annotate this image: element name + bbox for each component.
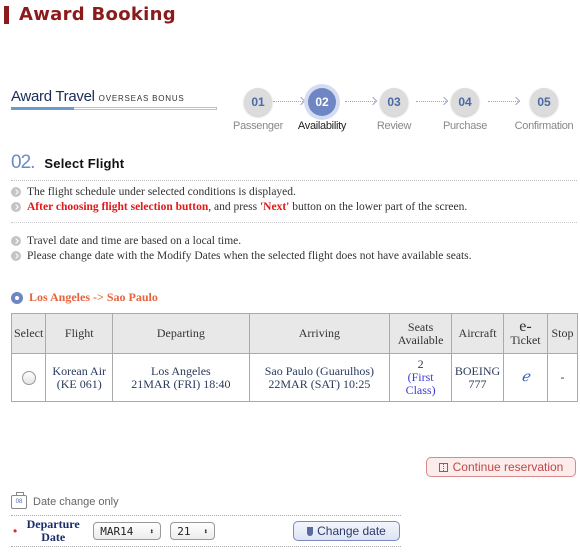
select-arrows-icon: ⬍ [149,526,155,536]
step-label: Availability [297,120,347,132]
table-header-row: Select Flight Departing Arriving Seats Av… [10,313,579,354]
seats-cell: 2 (First Class) [389,353,453,402]
eticket-icon: ℯ [521,369,530,385]
date-change-heading: 08 Date change only [11,492,119,509]
step-availability: 02 Availability [282,88,362,132]
required-marker: • [13,524,18,538]
day-select[interactable]: 21 ⬍ [170,522,216,540]
step-purchase: 04 Purchase [425,88,505,132]
col-eticket: e- Ticket [503,313,548,354]
stop-cell: - [546,353,579,402]
col-flight: Flight [45,313,114,354]
arriving-cell: Sao Paulo (Guarulhos) 22MAR (SAT) 10:25 [248,353,391,402]
page-header: Award Booking [4,4,176,25]
note-item: Travel date and time are based on a loca… [11,235,577,247]
step-number: 03 [380,88,408,116]
col-departing: Departing [112,313,250,354]
step-label: Purchase [442,120,488,132]
route-label: Los Angeles -> Sao Paulo [29,290,158,304]
step-number: 02 [308,88,336,116]
step-label: Confirmation [514,120,574,132]
continue-reservation-button[interactable]: Continue reservation [426,457,576,477]
instructions-bottom: Travel date and time are based on a loca… [11,235,577,265]
header-accent-bar [4,5,9,24]
section-number: 02. [11,152,35,173]
reservation-icon [438,462,448,472]
calendar-icon: 08 [11,492,27,509]
flight-cell: Korean Air (KE 061) [45,353,114,402]
date-change-label: Date change only [33,496,119,508]
change-date-button[interactable]: Change date [293,521,400,541]
section-title: Select Flight [44,156,125,171]
step-number: 01 [244,88,272,116]
col-stop: Stop [546,313,579,354]
page-title: Award Booking [19,4,176,25]
month-select[interactable]: MAR14 ⬍ [93,522,162,540]
step-number: 05 [530,88,558,116]
step-review: 03 Review [354,88,434,132]
note-item: The flight schedule under selected condi… [11,186,577,198]
col-arriving: Arriving [248,313,391,354]
bullet-arrow-icon [11,236,21,246]
note-item: After choosing flight selection button, … [11,201,577,213]
departing-cell: Los Angeles 21MAR (FRI) 18:40 [112,353,250,402]
bullet-arrow-icon [11,202,21,212]
table-row: Korean Air (KE 061) Los Angeles 21MAR (FRI… [10,353,579,402]
bullet-arrow-icon [11,187,21,197]
eticket-cell: ℯ [503,353,548,402]
note-item: Please change date with the Modify Dates… [11,250,577,262]
bullet-arrow-icon [11,251,21,261]
step-label: Review [376,120,412,132]
seat-class-link[interactable]: (First Class) [406,370,436,397]
booking-progress-steps: 01 Passenger 02 Availability 03 Review 0… [0,88,580,138]
flights-table: Select Flight Departing Arriving Seats Av… [10,313,579,402]
step-confirmation: 05 Confirmation [504,88,580,132]
pencil-icon [307,526,314,536]
departure-date-label: Departure Date [26,517,80,544]
step-number: 04 [451,88,479,116]
route-bullet-icon [11,291,23,304]
flight-select-radio[interactable] [21,370,36,385]
col-seats-available: Seats Available [389,313,453,354]
select-cell [10,353,47,402]
col-aircraft: Aircraft [451,313,505,354]
section-heading: 02. Select Flight [11,152,577,181]
aircraft-cell: BOEING 777 [451,353,505,402]
select-arrows-icon: ⬍ [203,526,209,536]
col-select: Select [10,313,47,354]
instructions-top: The flight schedule under selected condi… [11,186,577,223]
route-heading: Los Angeles -> Sao Paulo [11,290,158,305]
